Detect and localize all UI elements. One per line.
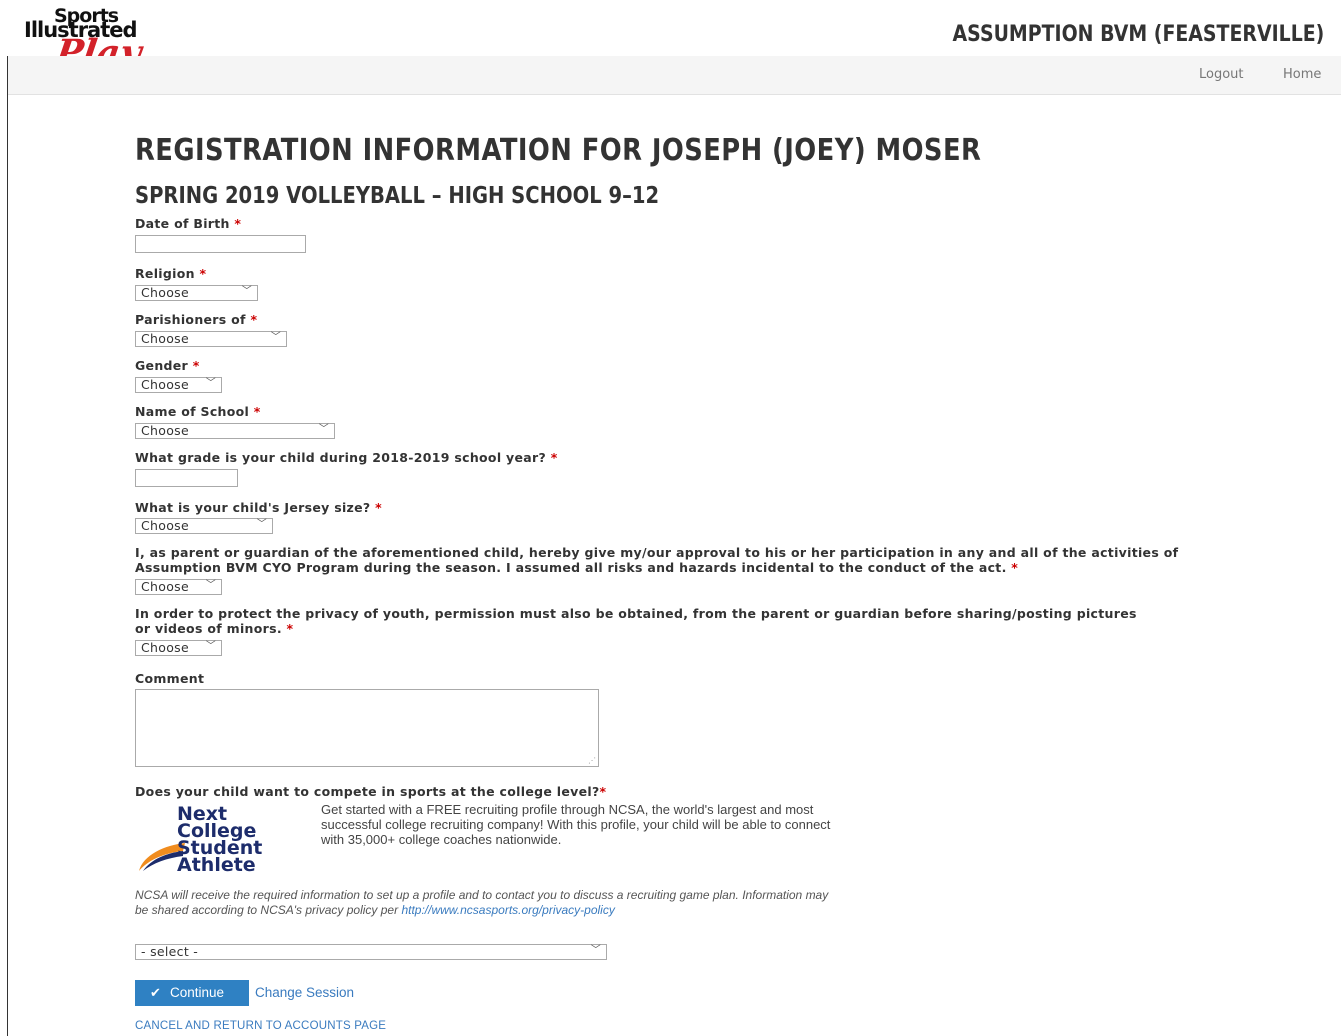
privacy-select[interactable]: Choose ﹀	[135, 640, 222, 656]
home-link[interactable]: Home	[1283, 67, 1321, 82]
comment-textarea[interactable]: ⋰	[135, 689, 599, 767]
comment-label: Comment	[135, 671, 205, 686]
jersey-select[interactable]: Choose ﹀	[135, 518, 273, 534]
parish-select[interactable]: Choose ﹀	[135, 331, 287, 347]
dob-input[interactable]	[135, 235, 306, 253]
required-marker: *	[550, 450, 558, 465]
required-marker: *	[253, 404, 261, 419]
chevron-down-icon: ﹀	[318, 424, 329, 435]
chevron-down-icon: ﹀	[241, 286, 252, 297]
chevron-down-icon: ﹀	[256, 519, 267, 530]
parish-label-text: Parishioners of	[135, 312, 246, 327]
organization-title: ASSUMPTION BVM (FEASTERVILLE)	[952, 22, 1324, 47]
chevron-down-icon: ﹀	[205, 378, 216, 389]
religion-label: Religion *	[135, 266, 206, 281]
gender-label-text: Gender	[135, 358, 189, 373]
consent-select[interactable]: Choose ﹀	[135, 579, 222, 595]
privacy-select-value: Choose	[141, 640, 189, 655]
cancel-link[interactable]: CANCEL AND RETURN TO ACCOUNTS PAGE	[135, 1020, 386, 1032]
school-select[interactable]: Choose ﹀	[135, 423, 335, 439]
consent-label: I, as parent or guardian of the aforemen…	[135, 545, 1195, 575]
parish-label: Parishioners of *	[135, 312, 257, 327]
grade-label: What grade is your child during 2018-201…	[135, 450, 558, 465]
logout-link[interactable]: Logout	[1199, 67, 1244, 82]
continue-label: Continue	[170, 985, 225, 1000]
gender-label: Gender *	[135, 358, 200, 373]
school-label: Name of School *	[135, 404, 261, 419]
required-marker: *	[1011, 560, 1019, 575]
jersey-label: What is your child's Jersey size? *	[135, 500, 382, 515]
required-marker: *	[192, 358, 200, 373]
check-icon: ✔	[150, 985, 161, 1000]
consent-select-value: Choose	[141, 579, 189, 594]
jersey-label-text: What is your child's Jersey size?	[135, 500, 371, 515]
jersey-select-value: Choose	[141, 518, 189, 533]
religion-select-value: Choose	[141, 285, 189, 300]
chevron-down-icon: ﹀	[270, 332, 281, 343]
gender-select-value: Choose	[141, 377, 189, 392]
ncsa-logo: Next College Student Athlete	[137, 805, 277, 881]
ncsa-privacy-link[interactable]: http://www.ncsasports.org/privacy-policy	[401, 903, 614, 917]
chevron-down-icon: ﹀	[205, 580, 216, 591]
required-marker: *	[599, 784, 607, 799]
top-navbar: Logout Home	[8, 56, 1341, 95]
change-session-link[interactable]: Change Session	[255, 985, 354, 1000]
left-border	[7, 56, 8, 1036]
college-label-text: Does your child want to compete in sport…	[135, 784, 600, 799]
religion-label-text: Religion	[135, 266, 195, 281]
consent-label-text: I, as parent or guardian of the aforemen…	[135, 545, 1179, 575]
page-subtitle: SPRING 2019 VOLLEYBALL – HIGH SCHOOL 9–1…	[135, 183, 660, 209]
resize-grip-icon[interactable]: ⋰	[588, 756, 596, 765]
required-marker: *	[250, 312, 258, 327]
required-marker: *	[234, 216, 242, 231]
required-marker: *	[286, 621, 294, 636]
dob-label: Date of Birth *	[135, 216, 241, 231]
grade-label-text: What grade is your child during 2018-201…	[135, 450, 547, 465]
dob-label-text: Date of Birth	[135, 216, 230, 231]
required-marker: *	[375, 500, 382, 515]
school-label-text: Name of School	[135, 404, 250, 419]
chevron-down-icon: ﹀	[590, 945, 601, 956]
site-header: Sports Illustrated Play ASSUMPTION BVM (…	[0, 0, 1341, 95]
chevron-down-icon: ﹀	[205, 641, 216, 652]
gender-select[interactable]: Choose ﹀	[135, 377, 222, 393]
college-label: Does your child want to compete in sport…	[135, 784, 606, 799]
continue-button[interactable]: ✔ Continue	[135, 980, 249, 1006]
ncsa-logo-line: Athlete	[177, 854, 256, 876]
parish-select-value: Choose	[141, 331, 189, 346]
required-marker: *	[199, 266, 207, 281]
school-select-value: Choose	[141, 423, 189, 438]
ncsa-note: NCSA will receive the required informati…	[135, 888, 835, 918]
religion-select[interactable]: Choose ﹀	[135, 285, 258, 301]
privacy-label-text: In order to protect the privacy of youth…	[135, 606, 1137, 636]
grade-input[interactable]	[135, 469, 238, 487]
college-select-value: - select -	[141, 944, 199, 959]
college-select[interactable]: - select - ﹀	[135, 944, 607, 960]
privacy-label: In order to protect the privacy of youth…	[135, 606, 1155, 636]
ncsa-description: Get started with a FREE recruiting profi…	[321, 802, 831, 847]
page-title: REGISTRATION INFORMATION FOR JOSEPH (JOE…	[135, 133, 982, 168]
